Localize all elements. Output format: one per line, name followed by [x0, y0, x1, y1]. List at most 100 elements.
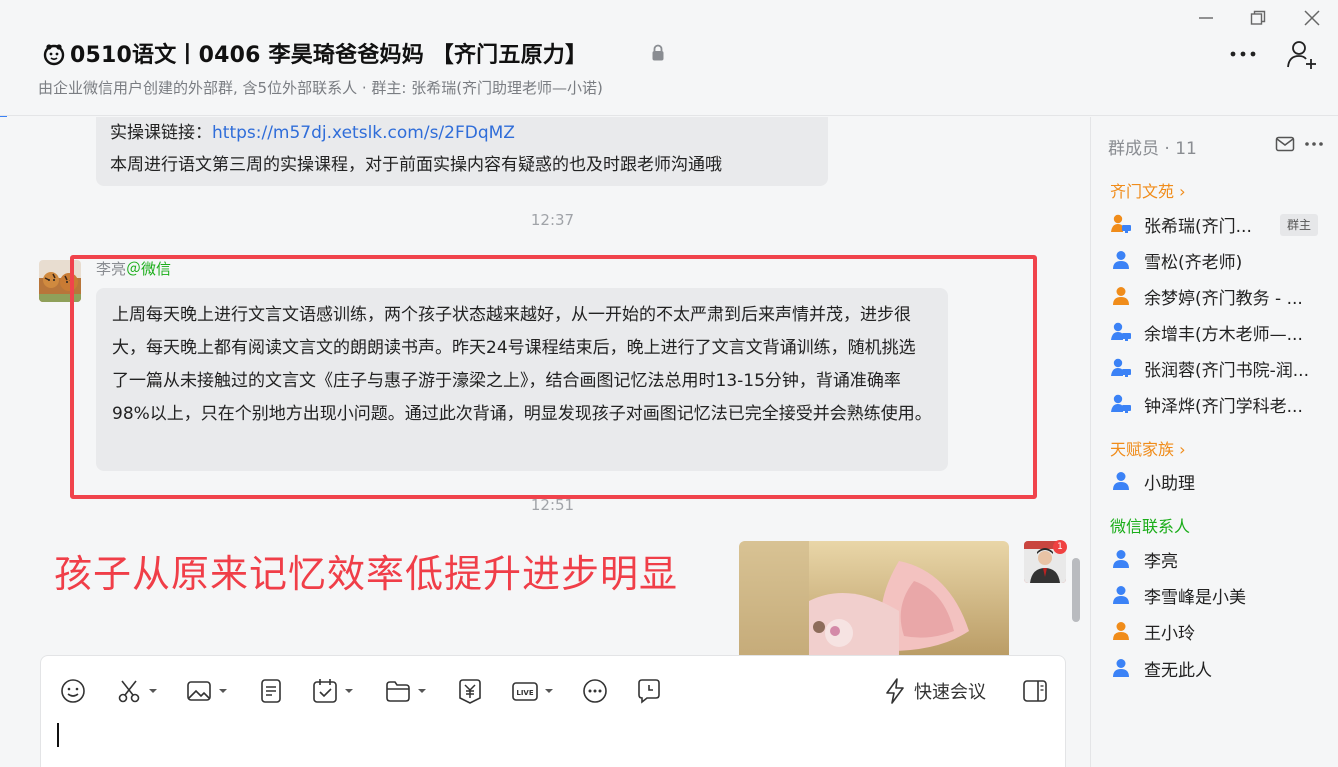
chevron-down-icon: [219, 689, 227, 693]
schedule-button[interactable]: [311, 676, 354, 706]
member-item[interactable]: 张润蓉(齐门书院-润...: [1110, 354, 1322, 382]
group-label-qimen-wenyuan[interactable]: 齐门文苑 ›: [1110, 178, 1186, 202]
sender-name: 李亮＠微信: [96, 258, 171, 279]
user-orange-icon: [1113, 287, 1129, 305]
member-name: 查无此人: [1144, 660, 1212, 681]
user-orange-icon: [1113, 622, 1129, 640]
lock-icon: [652, 44, 664, 61]
wechat-source-tag: ＠微信: [126, 260, 172, 278]
ellipsis-circle-icon: [583, 679, 607, 703]
document-button[interactable]: [257, 676, 285, 706]
document-icon: [261, 679, 281, 703]
timestamp: 12:37: [530, 211, 575, 229]
scrollbar-thumb[interactable]: [1072, 558, 1080, 622]
user-icon: [1113, 251, 1129, 269]
member-name: 张希瑞(齐门...: [1144, 216, 1252, 237]
member-name: 雪松(齐老师): [1144, 252, 1243, 273]
smiley-icon: [61, 679, 85, 703]
calendar-check-icon: [313, 679, 337, 703]
course-link[interactable]: https://m57dj.xetslk.com/s/2FDqMZ: [212, 123, 515, 143]
enterprise-user-icon: [1111, 322, 1131, 341]
image-button[interactable]: [185, 676, 228, 706]
picture-icon: [187, 681, 211, 701]
member-name: 余增丰(方木老师—...: [1144, 324, 1303, 345]
add-member-button[interactable]: [1284, 38, 1318, 70]
quick-meeting-button[interactable]: 快速会议: [884, 676, 986, 706]
scheduled-message-button[interactable]: [635, 676, 663, 706]
chevron-down-icon: [418, 689, 426, 693]
message-composer: LIVE 快速会议: [40, 655, 1066, 767]
chat-subtitle: 由企业微信用户创建的外部群, 含5位外部联系人 · 群主: 张希瑞(齐门助理老师…: [38, 79, 603, 97]
enterprise-user-icon: [1111, 214, 1131, 233]
chat-clock-icon: [638, 679, 660, 704]
mail-icon[interactable]: [1275, 135, 1295, 153]
user-icon: [1113, 659, 1129, 677]
member-name: 张润蓉(齐门书院-润...: [1144, 360, 1309, 381]
close-button[interactable]: [1302, 8, 1322, 28]
member-name: 王小玲: [1144, 623, 1195, 644]
minimize-button[interactable]: [1196, 8, 1216, 28]
plush-toy-photo: [739, 541, 1009, 655]
message-input[interactable]: [55, 718, 1045, 762]
member-sidebar: 群成员 · 11 齐门文苑 › 张希瑞(齐门... 群主 雪松(齐老师) 余梦婷…: [1090, 117, 1338, 767]
emoji-button[interactable]: [59, 676, 87, 706]
group-label-wechat-contacts[interactable]: 微信联系人: [1110, 513, 1190, 537]
text-cursor: [57, 723, 59, 747]
message-list[interactable]: 实操课链接：https://m57dj.xetslk.com/s/2FDqMZ …: [0, 117, 1090, 655]
member-item[interactable]: 李雪峰是小美: [1110, 581, 1322, 609]
member-name: 李亮: [1144, 551, 1178, 572]
chevron-down-icon: [345, 689, 353, 693]
quick-meeting-label: 快速会议: [914, 682, 986, 703]
svg-text:LIVE: LIVE: [516, 689, 533, 697]
link-label: 实操课链接：: [110, 123, 212, 143]
chat-header: 0510语文丨0406 李昊琦爸爸妈妈 【齐门五原力】 由企业微信用户创建的外部…: [0, 0, 1338, 116]
more-options-button[interactable]: [1226, 40, 1260, 68]
user-icon: [1113, 472, 1129, 490]
message-text: 本周进行语文第三周的实操课程，对于前面实操内容有疑惑的也及时跟老师沟通哦: [110, 155, 722, 175]
member-item[interactable]: 雪松(齐老师): [1110, 246, 1322, 274]
restore-button[interactable]: [1248, 8, 1268, 28]
member-name: 钟泽烨(齐门学科老...: [1144, 396, 1303, 417]
lightning-icon: [886, 678, 904, 704]
enterprise-user-icon: [1111, 394, 1131, 413]
member-item[interactable]: 李亮: [1110, 545, 1322, 573]
member-item[interactable]: 余增丰(方木老师—...: [1110, 318, 1322, 346]
scissors-icon: [118, 680, 140, 703]
member-item[interactable]: 小助理: [1110, 467, 1322, 495]
annotation-caption: 孩子从原来记忆效率低提升进步明显: [54, 552, 679, 596]
yuan-payment-icon: [459, 679, 481, 704]
ellipsis-icon[interactable]: [1303, 135, 1325, 153]
user-icon: [1113, 550, 1129, 568]
live-button[interactable]: LIVE: [511, 676, 554, 706]
member-item[interactable]: 查无此人: [1110, 654, 1322, 682]
chat-title: 0510语文丨0406 李昊琦爸爸妈妈 【齐门五原力】: [70, 43, 588, 68]
member-name: 李雪峰是小美: [1144, 587, 1246, 608]
user-icon: [1113, 586, 1129, 604]
message-bubble-main: 上周每天晚上进行文言文语感训练，两个孩子状态越来越好，从一开始的不太严肃到后来声…: [96, 288, 948, 471]
members-title: 群成员 · 11: [1108, 139, 1197, 159]
more-tools-button[interactable]: [581, 676, 609, 706]
owner-tag: 群主: [1280, 214, 1318, 236]
member-item[interactable]: 余梦婷(齐门教务 - ...: [1110, 282, 1322, 310]
image-message[interactable]: [739, 541, 1009, 655]
chevron-down-icon: [545, 689, 553, 693]
file-button[interactable]: [384, 676, 427, 706]
tiger-avatar-image: [39, 260, 81, 302]
member-name: 余梦婷(齐门教务 - ...: [1144, 288, 1303, 309]
live-icon: LIVE: [512, 682, 538, 701]
sidebar-toggle-icon[interactable]: [1022, 678, 1048, 704]
screenshot-button[interactable]: [115, 676, 158, 706]
sender-label: 李亮: [96, 260, 127, 278]
external-group-icon: [43, 44, 65, 66]
enterprise-user-icon: [1111, 358, 1131, 377]
timestamp: 12:51: [530, 496, 575, 514]
unread-badge: 1: [1053, 540, 1067, 554]
avatar[interactable]: [39, 260, 81, 302]
red-packet-button[interactable]: [456, 676, 484, 706]
chevron-down-icon: [149, 689, 157, 693]
member-item[interactable]: 王小玲: [1110, 617, 1322, 645]
member-name: 小助理: [1144, 473, 1195, 494]
member-item[interactable]: 钟泽烨(齐门学科老...: [1110, 390, 1322, 418]
chat-window: 0510语文丨0406 李昊琦爸爸妈妈 【齐门五原力】 由企业微信用户创建的外部…: [0, 0, 1338, 767]
group-label-tianfu-jiazu[interactable]: 天赋家族 ›: [1110, 436, 1186, 460]
